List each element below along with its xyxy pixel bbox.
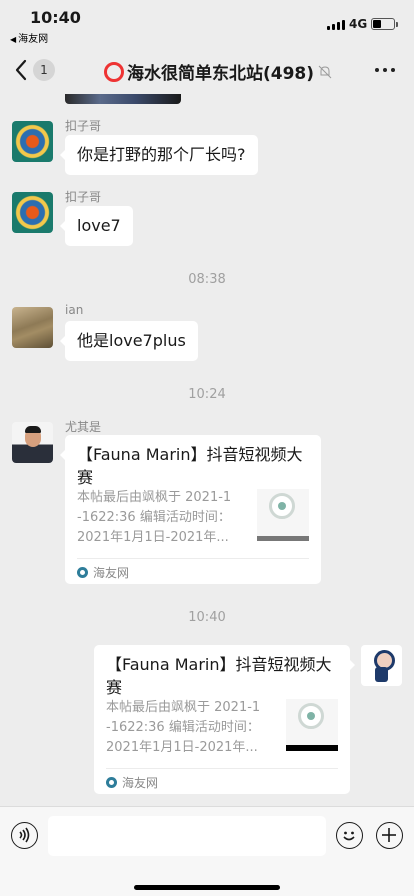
battery-icon bbox=[371, 18, 398, 30]
card-divider bbox=[77, 558, 309, 559]
status-bar: 10:40 ◀ 海友网 4G bbox=[0, 0, 414, 46]
card-title: 【Fauna Marin】抖音短视频大赛 bbox=[77, 445, 303, 487]
card-description: 本帖最后由飒枫于 2021-1 -1622:36 编辑活动时间： 2021年1月… bbox=[106, 698, 276, 758]
sender-name: 扣子哥 bbox=[65, 190, 102, 204]
back-app-label: 海友网 bbox=[18, 34, 49, 45]
card-desc-line: 本帖最后由飒枫于 2021-1 bbox=[106, 700, 261, 715]
source-logo-icon bbox=[106, 777, 117, 788]
source-logo-icon bbox=[77, 567, 88, 578]
unread-badge[interactable]: 1 bbox=[33, 59, 55, 81]
chat-area[interactable]: 扣子哥 你是打野的那个厂长吗? 扣子哥 love7 08:38 ian 他是lo… bbox=[0, 94, 414, 806]
link-card[interactable]: 【Fauna Marin】抖音短视频大赛 本帖最后由飒枫于 2021-1 -16… bbox=[94, 645, 355, 794]
message-input[interactable] bbox=[48, 816, 326, 856]
signal-icon bbox=[327, 19, 345, 30]
card-thumbnail bbox=[286, 699, 338, 751]
card-source-label: 海友网 bbox=[93, 566, 130, 580]
back-triangle-icon: ◀ bbox=[10, 35, 17, 44]
card-desc-line: 2021年1月1日-2021年... bbox=[106, 740, 258, 755]
card-divider bbox=[106, 768, 338, 769]
mute-bell-icon bbox=[318, 65, 332, 78]
timestamp: 08:38 bbox=[188, 272, 226, 287]
card-desc-line: 2021年1月1日-2021年... bbox=[77, 530, 229, 545]
timestamp: 10:40 bbox=[188, 610, 226, 625]
plus-icon[interactable] bbox=[376, 822, 403, 849]
message-bubble[interactable]: 你是打野的那个厂长吗? bbox=[60, 135, 258, 175]
input-bar bbox=[0, 806, 414, 896]
card-desc-line: 本帖最后由飒枫于 2021-1 bbox=[77, 490, 232, 505]
message-bubble[interactable]: love7 bbox=[60, 206, 133, 246]
card-source: 海友网 bbox=[106, 774, 158, 791]
status-time: 10:40 bbox=[30, 8, 81, 27]
card-desc-line: -1622:36 编辑活动时间： bbox=[106, 720, 260, 735]
more-dots-icon[interactable] bbox=[375, 68, 395, 72]
avatar[interactable] bbox=[12, 121, 53, 162]
network-label: 4G bbox=[349, 17, 368, 31]
avatar[interactable] bbox=[12, 192, 53, 233]
avatar[interactable] bbox=[12, 307, 53, 348]
chat-title: 海水很简单东北站(498) bbox=[104, 59, 334, 84]
chevron-left-icon[interactable] bbox=[12, 58, 32, 82]
avatar[interactable] bbox=[12, 422, 53, 463]
sender-name: 尤其是 bbox=[65, 420, 102, 434]
chat-title-text: 海水很简单东北站(498) bbox=[127, 64, 315, 84]
image-message-partial[interactable] bbox=[65, 94, 181, 104]
voice-icon[interactable] bbox=[11, 822, 38, 849]
emoji-icon[interactable] bbox=[336, 822, 363, 849]
message-bubble[interactable]: 他是love7plus bbox=[60, 321, 198, 361]
card-description: 本帖最后由飒枫于 2021-1 -1622:36 编辑活动时间： 2021年1月… bbox=[77, 488, 247, 548]
sender-name: ian bbox=[65, 303, 84, 317]
home-indicator[interactable] bbox=[134, 885, 280, 890]
link-card[interactable]: 【Fauna Marin】抖音短视频大赛 本帖最后由飒枫于 2021-1 -16… bbox=[60, 435, 321, 584]
card-title: 【Fauna Marin】抖音短视频大赛 bbox=[106, 655, 332, 697]
card-thumbnail bbox=[257, 489, 309, 541]
avatar[interactable] bbox=[361, 645, 402, 686]
sender-name: 扣子哥 bbox=[65, 119, 102, 133]
red-circle-icon bbox=[104, 61, 124, 82]
card-desc-line: -1622:36 编辑活动时间： bbox=[77, 510, 231, 525]
chat-header: 1 海水很简单东北站(498) bbox=[0, 46, 414, 94]
back-to-app-link[interactable]: ◀ 海友网 bbox=[10, 30, 48, 45]
card-source-label: 海友网 bbox=[122, 776, 159, 790]
timestamp: 10:24 bbox=[188, 387, 226, 402]
card-source: 海友网 bbox=[77, 564, 129, 581]
